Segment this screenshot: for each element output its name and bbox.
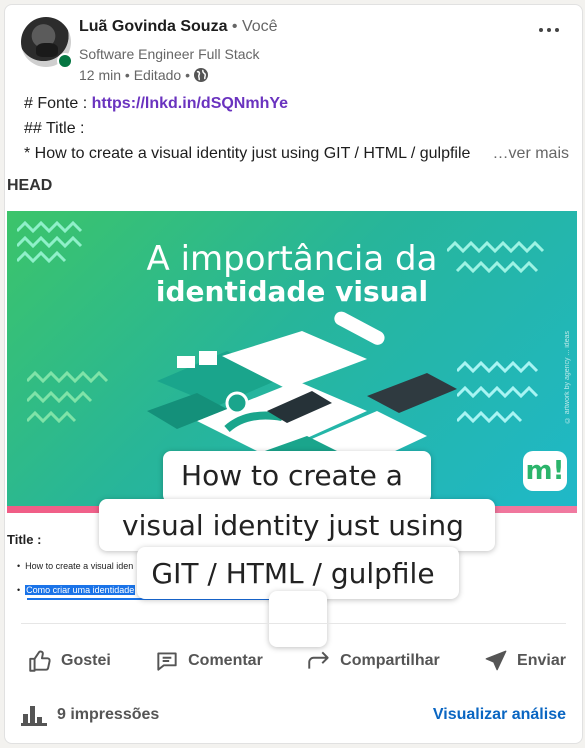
tooltip-line-2: visual identity just using (122, 509, 464, 542)
author-name[interactable]: Luã Govinda Souza (79, 18, 227, 35)
post-text: # Fonte : https://lnkd.in/dSQNmhYe ## Ti… (24, 91, 569, 166)
preview-head-label: HEAD (7, 177, 53, 194)
like-label: Gostei (61, 652, 111, 669)
send-label: Enviar (517, 652, 566, 669)
bar-chart-icon (21, 706, 47, 726)
impressions-label: 9 impressões (57, 706, 160, 723)
author-headline: Software Engineer Full Stack (79, 46, 260, 62)
post-text-line-1: # Fonte : https://lnkd.in/dSQNmhYe (24, 91, 569, 116)
post-card: Luã Govinda Souza • Você Software Engine… (4, 4, 583, 744)
comment-label: Comentar (188, 652, 263, 669)
hover-tooltip: How to create a visual identity just usi… (99, 451, 499, 651)
zigzag-decoration-icon (27, 370, 109, 424)
online-status-icon (57, 53, 73, 69)
brand-logo: m! (523, 451, 567, 491)
see-more-button[interactable]: …ver mais (488, 141, 569, 166)
send-button[interactable]: Enviar (477, 639, 572, 683)
more-dot-icon (555, 28, 559, 32)
send-plane-icon (485, 650, 507, 671)
impressions-count[interactable]: 9 impressões (21, 704, 159, 726)
post-meta: 12 min • Editado • (79, 67, 209, 83)
share-arrow-icon (308, 651, 329, 669)
author-relation: • Você (227, 18, 278, 35)
source-link[interactable]: https://lnkd.in/dSQNmhYe (92, 95, 288, 112)
source-prefix: # Fonte : (24, 95, 92, 112)
tooltip-line-1: How to create a (181, 459, 403, 492)
post-timestamp: 12 min • Editado • (79, 67, 190, 83)
social-actions-bar: Gostei Comentar Compartilhar Enviar (21, 639, 572, 683)
banner-side-text: © artwork by agency ... ideas (564, 331, 571, 424)
preview-title-label: Title : (7, 532, 42, 547)
globe-icon (193, 68, 208, 82)
actions-divider (21, 623, 566, 624)
post-text-line-2: ## Title : (24, 120, 85, 137)
post-text-line-3: * How to create a visual identity just u… (24, 145, 471, 162)
share-button[interactable]: Compartilhar (300, 639, 446, 683)
comment-icon (157, 652, 177, 671)
share-label: Compartilhar (340, 652, 440, 669)
more-dot-icon (547, 28, 551, 32)
more-options-button[interactable] (534, 19, 564, 41)
author-line: Luã Govinda Souza • Você (79, 18, 278, 36)
more-dot-icon (539, 28, 543, 32)
thumbs-up-icon (29, 650, 51, 672)
view-analytics-link[interactable]: Visualizar análise (433, 706, 566, 724)
banner-title-line-2: identidade visual (155, 275, 429, 308)
zigzag-decoration-icon (457, 360, 539, 424)
post-header: Luã Govinda Souza • Você Software Engine… (19, 15, 568, 85)
banner-title-line-1: A importância da (146, 239, 438, 279)
comment-button[interactable]: Comentar (148, 639, 269, 683)
post-analytics-footer: 9 impressões Visualizar análise (21, 701, 566, 729)
like-button[interactable]: Gostei (21, 639, 117, 683)
tooltip-line-3: GIT / HTML / gulpfile (151, 557, 435, 590)
